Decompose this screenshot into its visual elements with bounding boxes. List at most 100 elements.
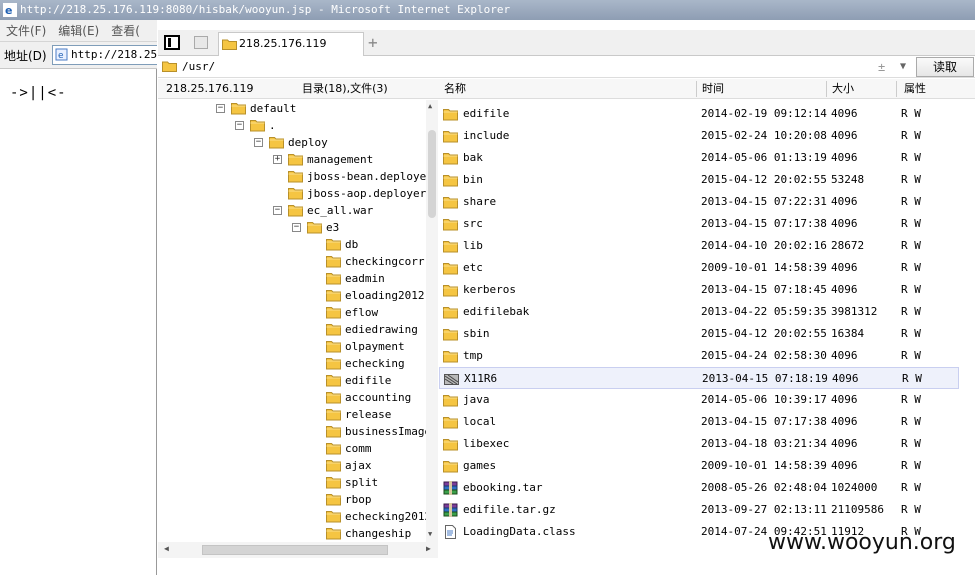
file-time: 2013-04-15 07:18:45 xyxy=(701,283,827,296)
column-divider[interactable] xyxy=(826,81,827,97)
folder-icon xyxy=(162,61,177,72)
folder-icon xyxy=(288,188,303,200)
file-row[interactable]: bak 2014-05-06 01:13:19 4096 R W xyxy=(439,147,959,169)
file-row[interactable]: share 2013-04-15 07:22:31 4096 R W xyxy=(439,191,959,213)
tab-host[interactable]: 218.25.176.119 xyxy=(218,32,364,56)
file-size: 1024000 xyxy=(831,481,878,494)
folder-icon xyxy=(443,219,458,231)
tree-horizontal-scrollbar[interactable]: ◀ ▶ xyxy=(158,542,438,558)
file-name: share xyxy=(463,195,497,208)
file-row[interactable]: lib 2014-04-10 20:02:16 28672 R W xyxy=(439,235,959,257)
column-size[interactable]: 大小 xyxy=(832,79,854,99)
file-name: games xyxy=(463,459,497,472)
file-name: lib xyxy=(463,239,483,252)
folder-icon xyxy=(443,329,458,341)
collapse-icon[interactable]: − xyxy=(273,206,282,215)
folder-icon xyxy=(326,256,341,268)
file-size: 4096 xyxy=(831,129,858,142)
file-row[interactable]: ebooking.tar 2008-05-26 02:48:04 1024000 R … xyxy=(439,477,959,499)
file-row[interactable]: tmp 2015-04-24 02:58:30 4096 R W xyxy=(439,345,959,367)
file-size: 4096 xyxy=(831,459,858,472)
file-row[interactable]: sbin 2015-04-12 20:02:55 16384 R W xyxy=(439,323,959,345)
file-size: 4096 xyxy=(831,261,858,274)
file-row[interactable]: kerberos 2013-04-15 07:18:45 4096 R W xyxy=(439,279,959,301)
add-tab-button[interactable]: + xyxy=(368,32,378,54)
column-attr[interactable]: 属性 xyxy=(904,79,926,99)
folder-icon xyxy=(326,477,341,489)
folder-icon xyxy=(326,511,341,523)
path-control-icon[interactable]: ± xyxy=(878,56,885,78)
file-row[interactable]: bin 2015-04-12 20:02:55 53248 R W xyxy=(439,169,959,191)
file-time: 2013-04-22 05:59:35 xyxy=(701,305,827,318)
collapse-icon[interactable]: − xyxy=(254,138,263,147)
folder-icon xyxy=(443,439,458,451)
scroll-right-icon[interactable]: ▶ xyxy=(426,544,431,553)
file-row[interactable]: games 2009-10-01 14:58:39 4096 R W xyxy=(439,455,959,477)
read-button[interactable]: 读取 xyxy=(916,57,974,77)
file-size: 53248 xyxy=(831,173,865,186)
folder-icon xyxy=(326,409,341,421)
file-name: X11R6 xyxy=(464,372,498,385)
file-row[interactable]: edifile 2014-02-19 09:12:14 4096 R W xyxy=(439,103,959,125)
column-divider[interactable] xyxy=(696,81,697,97)
file-name: edifile.tar.gz xyxy=(463,503,556,516)
collapse-icon[interactable]: − xyxy=(292,223,301,232)
scroll-thumb[interactable] xyxy=(428,130,436,218)
file-size: 4096 xyxy=(832,372,859,385)
file-row[interactable]: edifilebak 2013-04-22 05:59:35 3981312 R W xyxy=(439,301,959,323)
file-row[interactable]: X11R6 2013-04-15 07:18:19 4096 R W xyxy=(439,367,959,389)
folder-icon xyxy=(326,375,341,387)
tree-node-label: eflow xyxy=(345,306,379,319)
file-attr: R W xyxy=(901,283,921,296)
path-input[interactable]: /usr/ xyxy=(182,56,215,78)
file-time: 2013-09-27 02:13:11 xyxy=(701,503,827,516)
file-row[interactable]: src 2013-04-15 07:17:38 4096 R W xyxy=(439,213,959,235)
link-folder-icon xyxy=(444,374,459,385)
menu-file[interactable]: 文件(F) xyxy=(0,24,52,38)
file-name: src xyxy=(463,217,483,230)
menu-view[interactable]: 查看( xyxy=(105,24,146,38)
file-row[interactable]: include 2015-02-24 10:20:08 4096 R W xyxy=(439,125,959,147)
column-divider[interactable] xyxy=(896,81,897,97)
scroll-down-icon[interactable]: ▼ xyxy=(428,530,432,538)
menu-edit[interactable]: 编辑(E) xyxy=(52,24,105,38)
left-page-frame: ->||<- xyxy=(0,69,157,575)
file-row[interactable]: local 2013-04-15 07:17:38 4096 R W xyxy=(439,411,959,433)
tree-node-label: release xyxy=(345,408,392,421)
file-time: 2009-10-01 14:58:39 xyxy=(701,261,827,274)
tree-vertical-scrollbar[interactable]: ▲ ▼ xyxy=(426,100,438,542)
file-size: 28672 xyxy=(831,239,865,252)
collapse-icon[interactable]: − xyxy=(235,121,244,130)
file-icon xyxy=(445,525,456,539)
file-row[interactable]: java 2014-05-06 10:39:17 4096 R W xyxy=(439,389,959,411)
scroll-up-icon[interactable]: ▲ xyxy=(428,102,432,110)
sidebar-toggle-icon[interactable] xyxy=(164,35,180,50)
file-time: 2014-04-10 20:02:16 xyxy=(701,239,827,252)
folder-icon xyxy=(288,205,303,217)
folder-icon xyxy=(443,307,458,319)
scroll-left-icon[interactable]: ◀ xyxy=(164,544,169,553)
window-icon[interactable] xyxy=(194,36,208,49)
folder-icon xyxy=(443,351,458,363)
arrows-text: ->||<- xyxy=(10,85,67,101)
scroll-thumb[interactable] xyxy=(202,545,388,555)
path-bar: /usr/ ± ▼ 读取 xyxy=(158,56,975,78)
file-row[interactable]: libexec 2013-04-18 03:21:34 4096 R W xyxy=(439,433,959,455)
collapse-icon[interactable]: − xyxy=(216,104,225,113)
file-row[interactable]: etc 2009-10-01 14:58:39 4096 R W xyxy=(439,257,959,279)
file-attr: R W xyxy=(901,305,921,318)
tree-node-label: jboss-aop.deployer xyxy=(307,187,427,200)
file-name: LoadingData.class xyxy=(463,525,576,538)
file-name: kerberos xyxy=(463,283,516,296)
file-row[interactable]: edifile.tar.gz 2013-09-27 02:13:11 2110958… xyxy=(439,499,959,521)
file-time: 2013-04-15 07:17:38 xyxy=(701,415,827,428)
file-name: edifilebak xyxy=(463,305,530,318)
chevron-down-icon[interactable]: ▼ xyxy=(900,56,906,78)
file-attr: R W xyxy=(901,217,921,230)
column-time[interactable]: 时间 xyxy=(702,79,724,99)
address-input[interactable]: e http://218.25. xyxy=(52,45,157,65)
tree-node-label: management xyxy=(307,153,374,166)
file-size: 4096 xyxy=(831,151,858,164)
column-name[interactable]: 名称 xyxy=(444,79,466,99)
expand-icon[interactable]: + xyxy=(273,155,282,164)
